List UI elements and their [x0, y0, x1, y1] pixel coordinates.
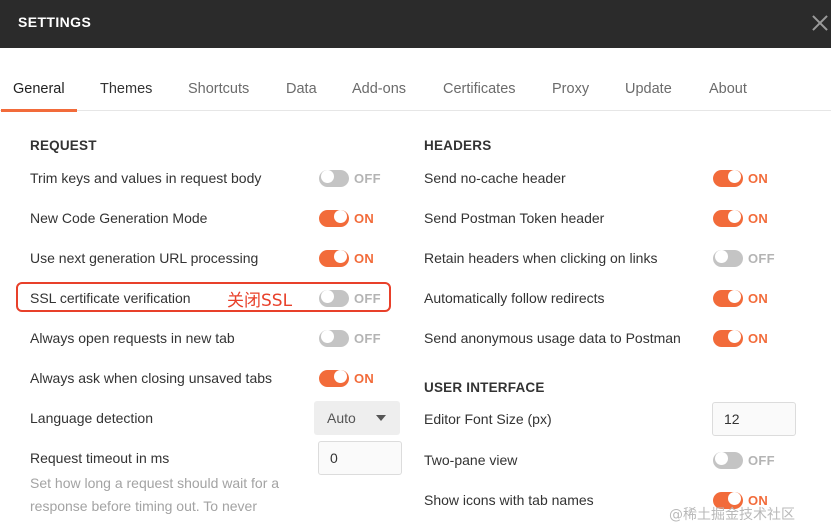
codegen-mode-toggle[interactable]: ON [319, 208, 395, 228]
tab-general[interactable]: General [1, 81, 77, 112]
toggle-state: OFF [748, 453, 775, 468]
ask-close-toggle[interactable]: ON [319, 368, 395, 388]
postman-token-toggle[interactable]: ON [713, 208, 789, 228]
title-bar: SETTINGS [0, 0, 831, 48]
tab-icons-label: Show icons with tab names [424, 492, 594, 508]
timeout-help-line-1: Set how long a request should wait for a [30, 475, 280, 491]
two-pane-toggle[interactable]: OFF [713, 450, 789, 470]
window-title: SETTINGS [18, 14, 92, 30]
toggle-state: ON [748, 331, 769, 346]
toggle-state: OFF [354, 171, 381, 186]
toggle-knob [334, 370, 347, 383]
follow-redirects-toggle[interactable]: ON [713, 288, 789, 308]
toggle-state: ON [354, 251, 375, 266]
retain-headers-label: Retain headers when clicking on links [424, 250, 658, 266]
section-ui-title: USER INTERFACE [424, 380, 545, 395]
timeout-help-text: Set how long a request should wait for a… [30, 472, 279, 518]
toggle-knob [728, 210, 741, 223]
tab-add-ons[interactable]: Add-ons [352, 81, 406, 97]
close-icon[interactable] [807, 10, 831, 36]
follow-redirects-label: Automatically follow redirects [424, 290, 605, 306]
usage-data-toggle[interactable]: ON [713, 328, 789, 348]
tab-certificates[interactable]: Certificates [443, 81, 516, 97]
no-cache-label: Send no-cache header [424, 170, 566, 186]
language-detection-label: Language detection [30, 410, 153, 426]
new-tab-toggle[interactable]: OFF [319, 328, 395, 348]
toggle-knob [334, 210, 347, 223]
editor-font-size-label: Editor Font Size (px) [424, 411, 552, 427]
toggle-knob [334, 250, 347, 263]
request-timeout-input[interactable] [318, 441, 402, 475]
retain-headers-toggle[interactable]: OFF [713, 248, 789, 268]
toggle-knob [728, 290, 741, 303]
tab-about[interactable]: About [709, 81, 747, 97]
toggle-state: ON [748, 211, 769, 226]
toggle-state: ON [354, 371, 375, 386]
toggle-knob [715, 250, 728, 263]
toggle-state: ON [748, 171, 769, 186]
language-detection-select[interactable]: Auto [314, 401, 400, 435]
tab-shortcuts[interactable]: Shortcuts [188, 81, 249, 97]
chevron-down-icon [376, 415, 386, 421]
request-timeout-label: Request timeout in ms [30, 450, 170, 466]
url-processing-toggle[interactable]: ON [319, 248, 395, 268]
trim-keys-label: Trim keys and values in request body [30, 170, 262, 186]
no-cache-toggle[interactable]: ON [713, 168, 789, 188]
toggle-state: OFF [748, 251, 775, 266]
toggle-state: ON [748, 291, 769, 306]
tab-update[interactable]: Update [625, 81, 672, 97]
two-pane-label: Two-pane view [424, 452, 518, 468]
section-request-title: REQUEST [30, 138, 97, 153]
url-processing-label: Use next generation URL processing [30, 250, 259, 266]
editor-font-size-input[interactable] [712, 402, 796, 436]
tab-bar: General Themes Shortcuts Data Add-ons Ce… [0, 48, 831, 112]
new-tab-label: Always open requests in new tab [30, 330, 235, 346]
toggle-knob [715, 452, 728, 465]
toggle-knob [728, 170, 741, 183]
tab-data[interactable]: Data [286, 81, 317, 97]
toggle-state: ON [354, 211, 375, 226]
postman-token-label: Send Postman Token header [424, 210, 605, 226]
watermark: @稀土掘金技术社区 [669, 507, 795, 523]
timeout-help-line-2: response before timing out. To never [30, 498, 257, 514]
tab-themes[interactable]: Themes [100, 81, 152, 97]
ssl-annotation-text: 关闭SSL [227, 291, 293, 311]
ssl-highlight-box [16, 282, 391, 312]
section-headers-title: HEADERS [424, 138, 492, 153]
toggle-state: OFF [354, 331, 381, 346]
tab-proxy[interactable]: Proxy [552, 81, 589, 97]
codegen-mode-label: New Code Generation Mode [30, 210, 208, 226]
trim-keys-toggle[interactable]: OFF [319, 168, 395, 188]
toggle-knob [321, 330, 334, 343]
ask-close-label: Always ask when closing unsaved tabs [30, 370, 273, 386]
select-value: Auto [327, 410, 356, 426]
toggle-knob [728, 330, 741, 343]
toggle-knob [321, 170, 334, 183]
usage-data-label: Send anonymous usage data to Postman [424, 330, 681, 346]
